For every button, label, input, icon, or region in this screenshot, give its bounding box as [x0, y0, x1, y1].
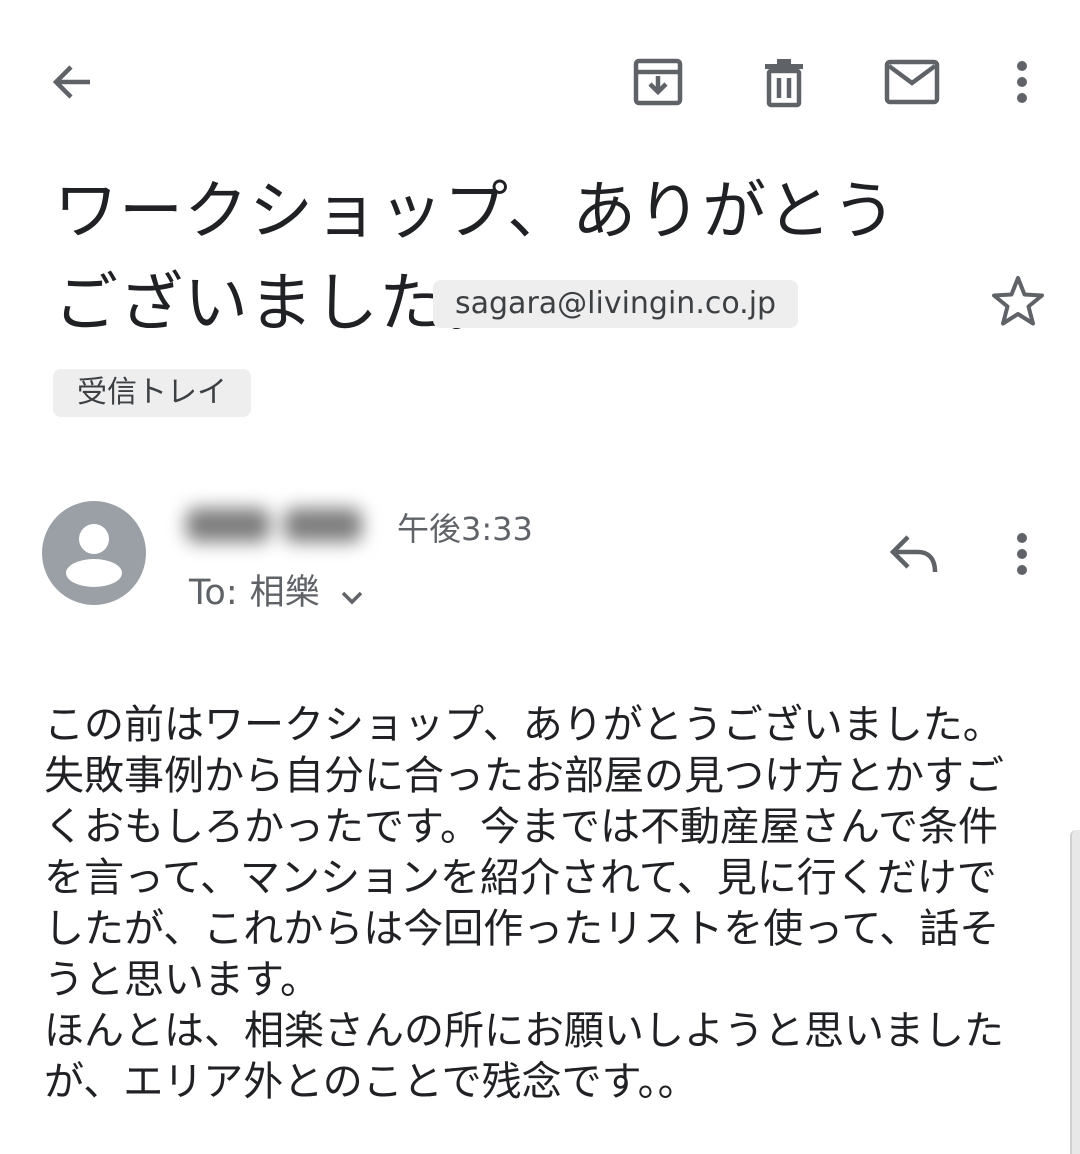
inbox-label-chip[interactable]: 受信トレイ	[53, 369, 251, 417]
chevron-down-icon	[340, 572, 364, 618]
star-button[interactable]	[988, 272, 1048, 332]
top-toolbar	[0, 0, 1080, 160]
archive-button[interactable]	[626, 50, 690, 114]
recipient-details-toggle[interactable]: To: 相樂	[189, 568, 364, 618]
message-body: この前はワークショップ、ありがとうございました。 失敗事例から自分に合ったお部屋…	[44, 702, 1004, 1105]
reply-icon	[889, 535, 938, 573]
message-more-options-button[interactable]	[998, 528, 1046, 580]
reply-button[interactable]	[882, 526, 946, 582]
trash-icon	[765, 59, 803, 108]
back-button[interactable]	[40, 50, 104, 114]
sender-name-redacted	[186, 500, 382, 550]
recipient-name: 相樂	[249, 573, 320, 613]
avatar[interactable]	[42, 501, 146, 605]
to-prefix: To:	[189, 573, 238, 613]
archive-icon	[633, 58, 683, 106]
more-options-button[interactable]	[998, 50, 1046, 114]
scrollbar[interactable]	[1070, 830, 1080, 1154]
envelope-icon	[884, 59, 940, 105]
message-time: 午後3:33	[397, 510, 533, 548]
delete-button[interactable]	[752, 50, 816, 114]
person-icon	[66, 524, 122, 587]
star-icon	[992, 276, 1044, 326]
more-vert-icon	[1017, 533, 1027, 575]
more-vert-icon	[1017, 61, 1027, 103]
mark-unread-button[interactable]	[878, 50, 946, 114]
arrow-left-icon	[52, 65, 90, 99]
sender-email-chip[interactable]: sagara@livingin.co.jp	[433, 280, 799, 328]
